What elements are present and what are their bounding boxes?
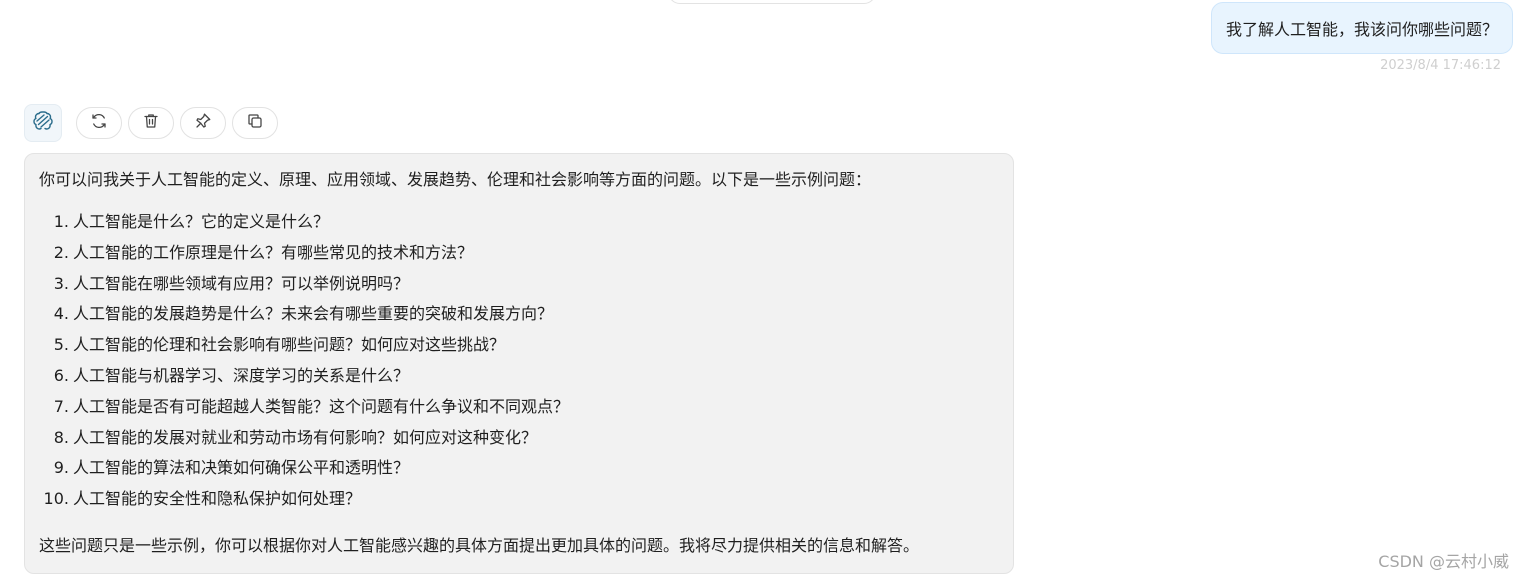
refresh-icon — [90, 112, 108, 134]
list-item: 3. 人工智能在哪些领域有应用？可以举例说明吗？ — [39, 269, 999, 300]
list-item-text: 人工智能的安全性和隐私保护如何处理？ — [73, 489, 362, 509]
bot-message-bubble: 你可以问我关于人工智能的定义、原理、应用领域、发展趋势、伦理和社会影响等方面的问… — [24, 153, 1014, 574]
list-item-text: 人工智能的发展趋势是什么？未来会有哪些重要的突破和发展方向？ — [73, 304, 554, 324]
list-item-number: 2. — [53, 242, 69, 262]
brain-avatar-icon — [31, 109, 55, 137]
list-item: 10. 人工智能的安全性和隐私保护如何处理？ — [39, 484, 999, 515]
list-item-number: 8. — [53, 427, 69, 447]
list-item-number: 1. — [53, 212, 69, 231]
delete-icon — [142, 112, 160, 134]
list-item-text: 人工智能是什么？它的定义是什么？ — [73, 212, 330, 231]
list-item-text: 人工智能的算法和决策如何确保公平和透明性？ — [73, 458, 410, 478]
list-item-number: 4. — [53, 304, 69, 324]
list-item-text: 人工智能的发展对就业和劳动市场有何影响？如何应对这种变化？ — [73, 427, 538, 447]
list-item-text: 人工智能与机器学习、深度学习的关系是什么？ — [73, 365, 410, 385]
list-item-number: 7. — [53, 396, 69, 416]
copy-button[interactable] — [232, 107, 278, 139]
list-item: 6. 人工智能与机器学习、深度学习的关系是什么？ — [39, 361, 999, 392]
bot-message-intro: 你可以问我关于人工智能的定义、原理、应用领域、发展趋势、伦理和社会影响等方面的问… — [39, 170, 872, 189]
bot-message-outro: 这些问题只是一些示例，你可以根据你对人工智能感兴趣的具体方面提出更加具体的问题。… — [39, 535, 920, 555]
list-item: 7. 人工智能是否有可能超越人类智能？这个问题有什么争议和不同观点？ — [39, 392, 999, 423]
user-message-bubble: 我了解人工智能，我该问你哪些问题？ — [1210, 2, 1513, 54]
list-item-number: 10. — [43, 489, 69, 509]
list-item: 5. 人工智能的伦理和社会影响有哪些问题？如何应对这些挑战？ — [39, 330, 999, 361]
list-item: 4. 人工智能的发展趋势是什么？未来会有哪些重要的突破和发展方向？ — [39, 299, 999, 330]
list-item-text: 人工智能的伦理和社会影响有哪些问题？如何应对这些挑战？ — [73, 335, 506, 355]
list-item-number: 6. — [53, 365, 69, 385]
watermark: CSDN @云村小威 — [1378, 552, 1509, 571]
list-item-text: 人工智能在哪些领域有应用？可以举例说明吗？ — [73, 273, 410, 293]
pin-button[interactable] — [180, 107, 226, 139]
list-item-text: 人工智能是否有可能超越人类智能？这个问题有什么争议和不同观点？ — [73, 396, 570, 416]
list-item: 1. 人工智能是什么？它的定义是什么？ — [39, 207, 999, 238]
message-toolbar — [24, 104, 284, 142]
list-item-number: 5. — [53, 335, 69, 355]
user-message-text: 我了解人工智能，我该问你哪些问题？ — [1225, 20, 1498, 39]
list-item-text: 人工智能的工作原理是什么？有哪些常见的技术和方法？ — [73, 242, 474, 262]
list-item-number: 9. — [53, 458, 69, 478]
list-item-number: 3. — [53, 273, 69, 293]
message-timestamp: 2023/8/4 17:46:12 — [1380, 58, 1501, 73]
list-item: 2. 人工智能的工作原理是什么？有哪些常见的技术和方法？ — [39, 238, 999, 269]
question-list: 1. 人工智能是什么？它的定义是什么？ 2. 人工智能的工作原理是什么？有哪些常见的… — [39, 207, 999, 515]
delete-button[interactable] — [128, 107, 174, 139]
list-item: 9. 人工智能的算法和决策如何确保公平和透明性？ — [39, 453, 999, 484]
copy-icon — [246, 112, 264, 134]
list-item: 8. 人工智能的发展对就业和劳动市场有何影响？如何应对这种变化？ — [39, 423, 999, 454]
bot-avatar — [24, 104, 62, 142]
top-pill — [668, 0, 876, 4]
regenerate-button[interactable] — [76, 107, 122, 139]
pin-icon — [194, 112, 212, 134]
